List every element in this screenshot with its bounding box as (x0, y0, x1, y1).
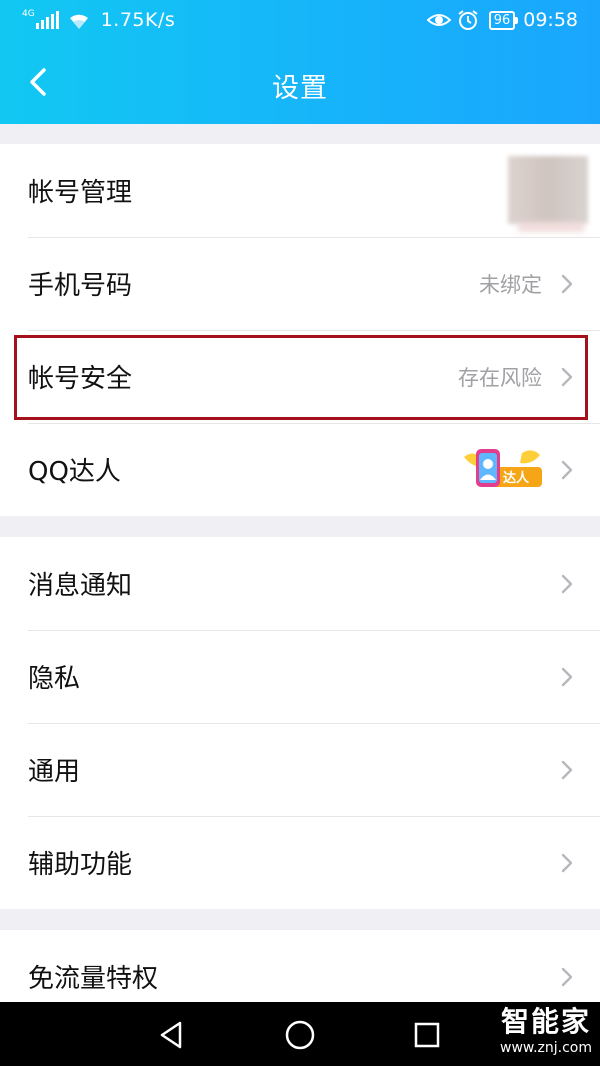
row-label: 帐号管理 (28, 178, 133, 208)
watermark-url: www.znj.com (500, 1040, 592, 1056)
network-speed: 1.75K/s (100, 9, 176, 31)
row-value: 未绑定 (479, 272, 542, 297)
status-time: 09:58 (523, 9, 578, 31)
recents-square-icon[interactable] (410, 1018, 444, 1052)
row-account-security[interactable]: 帐号安全 存在风险 (0, 330, 600, 423)
chevron-right-icon (561, 574, 573, 594)
chevron-right-icon (561, 367, 573, 387)
row-qq-expert[interactable]: QQ达人 达人 (0, 423, 600, 516)
chevron-right-icon (561, 460, 573, 480)
watermark-brand: 智能家 (501, 1005, 592, 1038)
watermark: 智能家 www.znj.com (500, 1004, 592, 1056)
row-label: 通用 (28, 757, 81, 787)
chevron-right-icon (561, 853, 573, 873)
row-value: 存在风险 (458, 365, 542, 390)
row-label: 消息通知 (28, 571, 133, 601)
network-type: 4G (22, 9, 35, 19)
row-label: 免流量特权 (28, 964, 159, 994)
settings-group-account: 帐号管理 手机号码 未绑定 帐号安全 存在风险 QQ达人 达人 (0, 144, 600, 516)
row-notifications[interactable]: 消息通知 (0, 537, 600, 630)
alarm-icon (458, 10, 478, 30)
row-label: QQ达人 (28, 457, 121, 487)
avatar (508, 156, 588, 224)
nav-bar: 设置 (0, 44, 600, 124)
back-triangle-icon[interactable] (154, 1018, 188, 1052)
row-label: 辅助功能 (28, 850, 133, 880)
row-phone-number[interactable]: 手机号码 未绑定 (0, 237, 600, 330)
home-circle-icon[interactable] (283, 1018, 317, 1052)
row-label: 隐私 (28, 664, 81, 694)
row-account-management[interactable]: 帐号管理 (0, 144, 600, 237)
row-accessibility[interactable]: 辅助功能 (0, 816, 600, 909)
status-right: 96 09:58 (426, 9, 578, 31)
settings-group-general: 消息通知 隐私 通用 辅助功能 (0, 537, 600, 909)
chevron-right-icon (561, 967, 573, 987)
status-left: 4G 1.75K/s (22, 9, 175, 31)
battery-level: 96 (493, 12, 511, 28)
row-label: 手机号码 (28, 271, 133, 301)
system-nav-bar: 智能家 www.znj.com (0, 1002, 600, 1066)
badge-text: 达人 (503, 470, 530, 486)
signal-icon (35, 11, 61, 29)
page-title: 设置 (272, 73, 328, 104)
chevron-right-icon (561, 274, 573, 294)
row-privacy[interactable]: 隐私 (0, 630, 600, 723)
wifi-icon (69, 14, 88, 29)
qq-expert-badge-icon: 达人 (464, 449, 542, 487)
chevron-right-icon (561, 760, 573, 780)
row-label: 帐号安全 (28, 364, 133, 394)
row-general[interactable]: 通用 (0, 723, 600, 816)
battery-icon: 96 (488, 10, 518, 30)
chevron-right-icon (561, 667, 573, 687)
eye-icon (426, 14, 451, 26)
header: 4G 1.75K/s 96 09:58 设置 (0, 0, 600, 124)
status-bar: 4G 1.75K/s 96 09:58 (0, 0, 600, 44)
